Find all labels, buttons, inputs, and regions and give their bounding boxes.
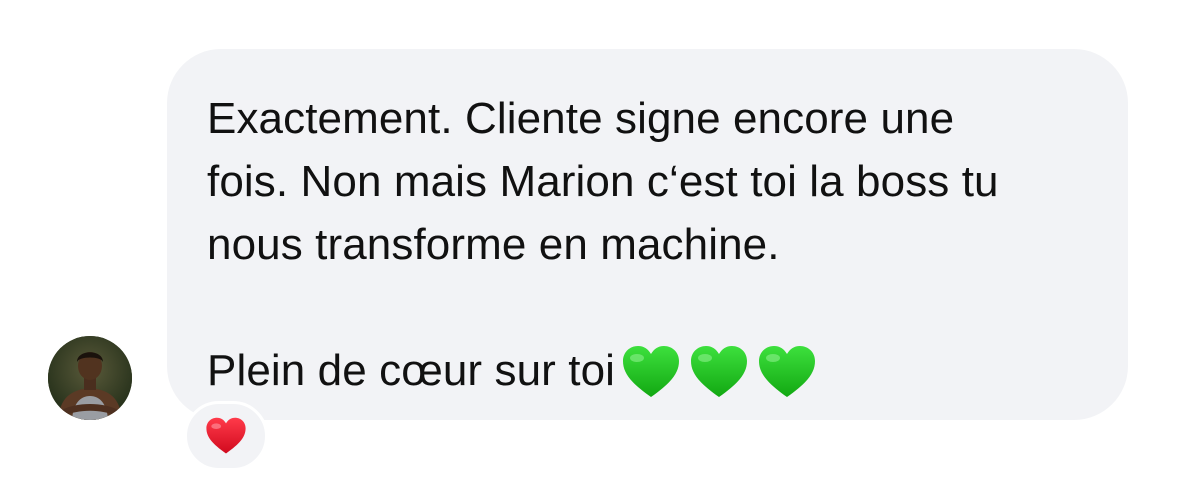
message-thread: Exactement. Cliente signe encore une foi…	[0, 0, 1190, 479]
green-heart-icon	[623, 346, 680, 398]
message-bubble[interactable]: Exactement. Cliente signe encore une foi…	[167, 49, 1128, 420]
green-heart-icon	[691, 346, 748, 398]
avatar[interactable]	[48, 336, 132, 420]
avatar-photo	[48, 336, 132, 420]
message-line: nous transforme en machine.	[207, 220, 780, 269]
green-heart-icon	[759, 346, 816, 398]
message-line-last: Plein de cœur sur toi	[207, 339, 1088, 405]
reaction-badge[interactable]	[184, 401, 268, 471]
emoji-group	[621, 342, 825, 405]
message-line: fois. Non mais Marion c‘est toi la boss …	[207, 157, 999, 206]
red-heart-icon	[206, 417, 246, 454]
message-line: Exactement. Cliente signe encore une	[207, 94, 955, 143]
message-text: Plein de cœur sur toi	[207, 346, 616, 395]
